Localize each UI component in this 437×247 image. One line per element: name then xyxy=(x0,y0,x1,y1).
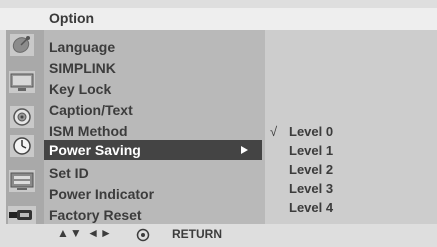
ok-circle-icon xyxy=(136,228,150,247)
return-hint: RETURN xyxy=(172,227,222,241)
menu-item-power-indicator[interactable]: Power Indicator xyxy=(44,184,262,204)
submenu-item-label: Level 3 xyxy=(289,181,334,196)
menu-header: Option xyxy=(0,8,437,30)
submenu-item-label: Level 1 xyxy=(289,143,334,158)
footer-help-bar: ▲▼ ◄► RETURN xyxy=(0,224,437,247)
menu-item-language[interactable]: Language xyxy=(44,37,262,57)
tv-screen-icon[interactable] xyxy=(6,168,38,194)
menu-item-label: Power Indicator xyxy=(49,186,155,202)
check-mark-icon: √ xyxy=(270,124,278,139)
menu-item-label: Factory Reset xyxy=(49,207,142,223)
menu-item-key-lock[interactable]: Key Lock xyxy=(44,79,262,99)
menu-item-label: ISM Method xyxy=(49,123,128,139)
speaker-icon[interactable] xyxy=(6,104,38,130)
menu-item-simplink[interactable]: SIMPLINK xyxy=(44,58,262,78)
satellite-dish-icon[interactable] xyxy=(6,32,38,58)
submenu-item-label: Level 0 xyxy=(289,124,334,139)
submenu-item-label: Level 2 xyxy=(289,162,334,177)
navigation-arrows-hint: ▲▼ ◄► xyxy=(57,226,113,240)
menu-title: Option xyxy=(49,10,95,26)
osd-menu: Option Language SIMPLINK Key Lock Captio… xyxy=(0,0,437,247)
menu-item-set-id[interactable]: Set ID xyxy=(44,163,262,183)
submenu-arrow-icon xyxy=(241,146,248,154)
menu-item-label: Power Saving xyxy=(49,142,141,158)
menu-item-label: SIMPLINK xyxy=(49,60,116,76)
menu-item-factory-reset[interactable]: Factory Reset xyxy=(44,205,262,225)
menu-item-ism-method[interactable]: ISM Method xyxy=(44,121,262,141)
menu-item-power-saving[interactable]: Power Saving xyxy=(44,140,262,160)
menu-item-label: Set ID xyxy=(49,165,89,181)
menu-item-caption-text[interactable]: Caption/Text xyxy=(44,100,262,120)
clock-icon[interactable] xyxy=(6,133,38,159)
menu-item-label: Key Lock xyxy=(49,81,112,97)
menu-item-label: Language xyxy=(49,39,116,55)
monitor-icon[interactable] xyxy=(6,69,38,95)
submenu-item-label: Level 4 xyxy=(289,200,334,215)
menu-item-label: Caption/Text xyxy=(49,102,133,118)
